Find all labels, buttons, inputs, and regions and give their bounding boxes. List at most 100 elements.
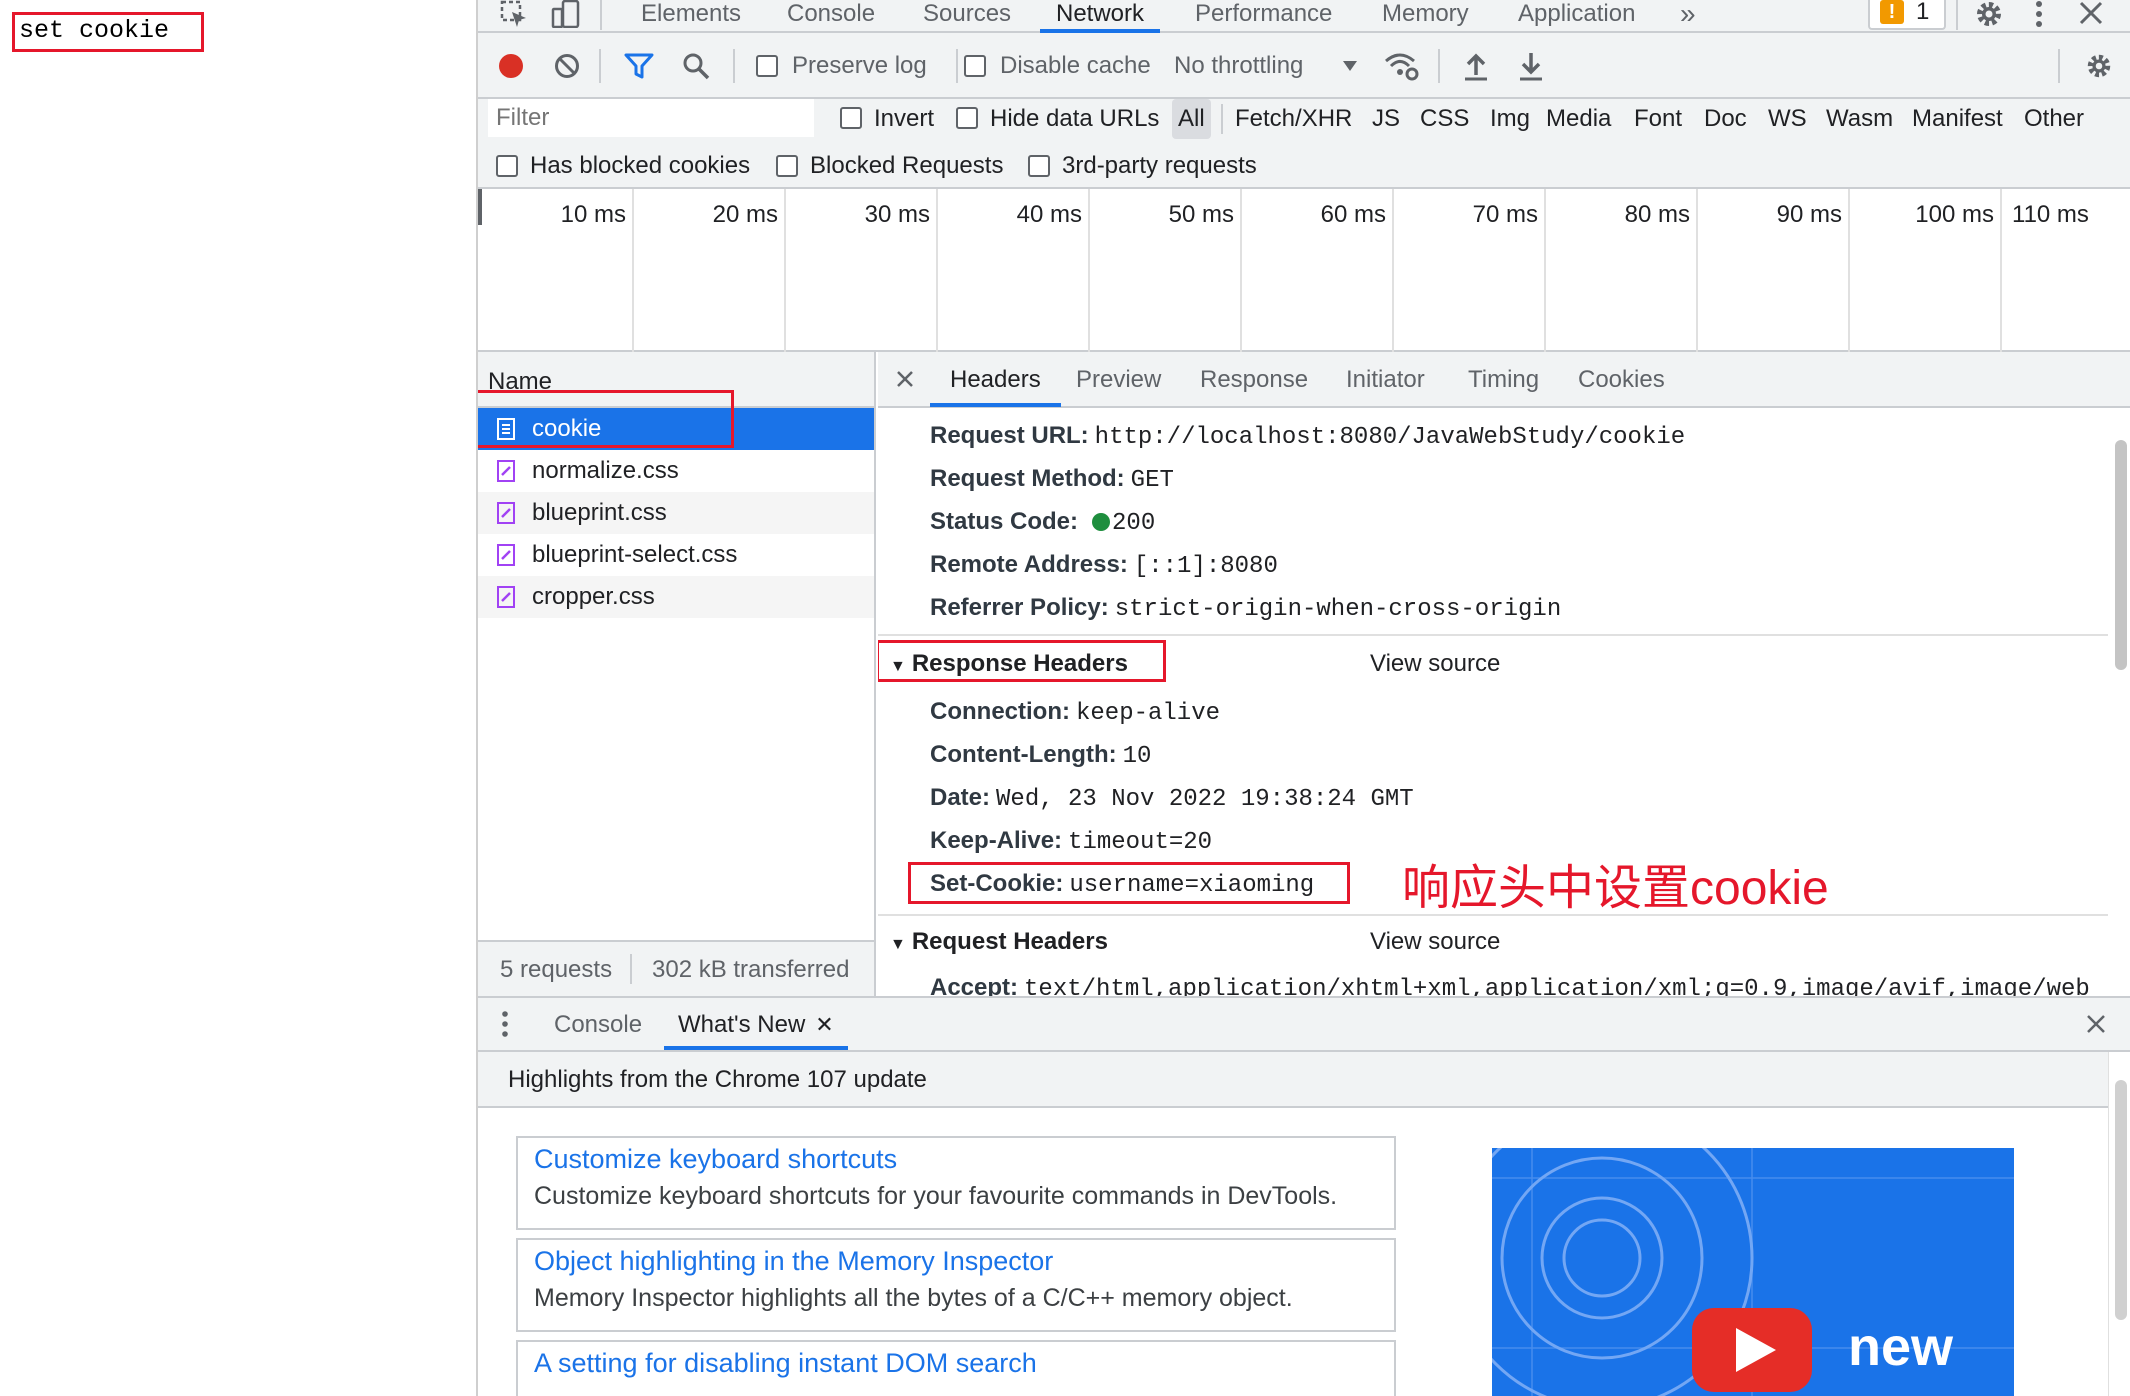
type-filter-media[interactable]: Media: [1546, 99, 1611, 139]
header-row: Request Method: GET: [930, 465, 1174, 494]
import-har-icon[interactable]: [1463, 51, 1489, 81]
tick-label: 90 ms: [1776, 201, 1842, 228]
tab-sources[interactable]: Sources: [923, 0, 1011, 33]
network-conditions-icon[interactable]: [1384, 51, 1420, 81]
kebab-menu-icon[interactable]: [2033, 0, 2045, 30]
filter-bar: Invert Hide data URLs All Fetch/XHR JS C…: [478, 99, 2130, 189]
close-tab-icon[interactable]: ✕: [815, 1012, 833, 1037]
tab-network[interactable]: Network: [1040, 0, 1161, 33]
tab-timing[interactable]: Timing: [1468, 352, 1539, 407]
tab-headers[interactable]: Headers: [930, 352, 1061, 407]
drawer-tab-whats-new[interactable]: What's New ✕: [664, 997, 848, 1050]
response-view-source-link[interactable]: View source: [1370, 646, 1500, 682]
header-row: Request URL: http://localhost:8080/JavaWe…: [930, 422, 1686, 451]
request-row[interactable]: normalize.css: [478, 450, 874, 492]
card-link[interactable]: Customize keyboard shortcuts: [534, 1144, 897, 1175]
third-party-checkbox[interactable]: [1028, 155, 1050, 177]
type-filter-css[interactable]: CSS: [1420, 99, 1469, 139]
has-blocked-cookies-checkbox[interactable]: [496, 155, 518, 177]
close-drawer-icon[interactable]: [2086, 1014, 2106, 1034]
whats-new-card[interactable]: A setting for disabling instant DOM sear…: [516, 1340, 1396, 1396]
type-filter-manifest[interactable]: Manifest: [1912, 99, 2003, 139]
annotation-highlight-box: [908, 862, 1350, 904]
tab-memory[interactable]: Memory: [1382, 0, 1469, 33]
tab-elements[interactable]: Elements: [641, 0, 741, 33]
tab-initiator[interactable]: Initiator: [1346, 352, 1425, 407]
tab-application[interactable]: Application: [1518, 0, 1635, 33]
drawer-tabbar: Console What's New ✕: [478, 998, 2130, 1052]
device-toolbar-icon[interactable]: [551, 0, 581, 28]
details-scrollbar[interactable]: [2108, 410, 2130, 996]
invert-checkbox[interactable]: [840, 107, 862, 129]
request-name: blueprint.css: [532, 499, 667, 526]
type-filter-js[interactable]: JS: [1372, 99, 1400, 139]
export-har-icon[interactable]: [1518, 51, 1544, 81]
request-row[interactable]: cropper.css: [478, 576, 874, 618]
tick-label: 10 ms: [560, 201, 626, 228]
summary-transferred: 302 kB transferred: [652, 956, 850, 983]
request-headers-section[interactable]: ▼ Request Headers: [890, 924, 1108, 963]
type-filter-img[interactable]: Img: [1490, 99, 1530, 139]
inspect-element-icon[interactable]: [500, 0, 528, 28]
blocked-requests-checkbox[interactable]: [776, 155, 798, 177]
header-row: Status Code: 200: [930, 508, 1156, 537]
card-link[interactable]: A setting for disabling instant DOM sear…: [534, 1348, 1037, 1379]
request-view-source-link[interactable]: View source: [1370, 924, 1500, 960]
request-row[interactable]: blueprint-select.css: [478, 534, 874, 576]
hide-data-urls-checkbox[interactable]: [956, 107, 978, 129]
card-link[interactable]: Object highlighting in the Memory Inspec…: [534, 1246, 1053, 1277]
disable-cache-checkbox[interactable]: [964, 55, 986, 77]
stylesheet-icon: [496, 586, 516, 608]
type-filter-fetch-xhr[interactable]: Fetch/XHR: [1235, 99, 1352, 139]
drawer-scrollbar[interactable]: [2108, 1052, 2130, 1396]
type-filter-doc[interactable]: Doc: [1704, 99, 1747, 139]
tab-performance[interactable]: Performance: [1195, 0, 1332, 33]
drawer-menu-icon[interactable]: [500, 1010, 510, 1038]
search-icon[interactable]: [682, 52, 710, 80]
warning-icon: !: [1880, 0, 1904, 24]
type-filter-font[interactable]: Font: [1634, 99, 1682, 139]
disable-cache-label: Disable cache: [1000, 52, 1151, 79]
request-row[interactable]: blueprint.css: [478, 492, 874, 534]
bottom-drawer: Console What's New ✕ Highlights from the …: [478, 996, 2130, 1396]
tick-label: 40 ms: [1016, 201, 1082, 228]
issues-count: 1: [1916, 0, 1930, 25]
card-description: Customize keyboard shortcuts for your fa…: [534, 1182, 1338, 1210]
request-name: blueprint-select.css: [532, 541, 738, 568]
stylesheet-icon: [496, 544, 516, 566]
tick-label: 30 ms: [864, 201, 930, 228]
tab-preview[interactable]: Preview: [1076, 352, 1161, 407]
throttling-select[interactable]: No throttling: [1174, 33, 1303, 99]
header-row: Accept: text/html,application/xhtml+xml,a…: [930, 974, 2090, 996]
more-tabs-icon[interactable]: »: [1680, 0, 1696, 33]
tick-label: 80 ms: [1624, 201, 1690, 228]
close-details-icon[interactable]: [896, 370, 914, 388]
drawer-tab-console[interactable]: Console: [554, 997, 642, 1052]
close-devtools-icon[interactable]: [2078, 0, 2104, 26]
filter-input[interactable]: [488, 99, 814, 137]
type-filter-wasm[interactable]: Wasm: [1826, 99, 1893, 139]
tab-console[interactable]: Console: [787, 0, 875, 33]
type-filter-all[interactable]: All: [1172, 99, 1211, 139]
tab-cookies[interactable]: Cookies: [1578, 352, 1665, 407]
header-row: Referrer Policy: strict-origin-when-cross…: [930, 594, 1562, 623]
record-icon[interactable]: [498, 53, 524, 79]
network-settings-gear-icon[interactable]: [2084, 51, 2114, 81]
page-body-text: set cookie: [12, 12, 204, 52]
request-name: cropper.css: [532, 583, 655, 610]
has-blocked-cookies-label: Has blocked cookies: [530, 152, 751, 179]
header-row: Date: Wed, 23 Nov 2022 19:38:24 GMT: [930, 784, 1414, 813]
whats-new-card[interactable]: Object highlighting in the Memory Inspec…: [516, 1238, 1396, 1332]
type-filter-ws[interactable]: WS: [1768, 99, 1807, 139]
type-filter-other[interactable]: Other: [2024, 99, 2084, 139]
annotation-highlight-box: [878, 640, 1166, 682]
whats-new-card[interactable]: Customize keyboard shortcuts Customize k…: [516, 1136, 1396, 1230]
filter-funnel-icon[interactable]: [624, 53, 654, 79]
preserve-log-checkbox[interactable]: [756, 55, 778, 77]
issues-badge[interactable]: ! 1: [1868, 0, 1946, 30]
clear-icon[interactable]: [554, 53, 580, 79]
tab-response[interactable]: Response: [1200, 352, 1308, 407]
throttling-dropdown-icon[interactable]: [1342, 60, 1358, 72]
timeline-overview[interactable]: 10 ms 20 ms 30 ms 40 ms 50 ms 60 ms 70 m…: [478, 189, 2130, 352]
settings-gear-icon[interactable]: [1973, 0, 2005, 30]
